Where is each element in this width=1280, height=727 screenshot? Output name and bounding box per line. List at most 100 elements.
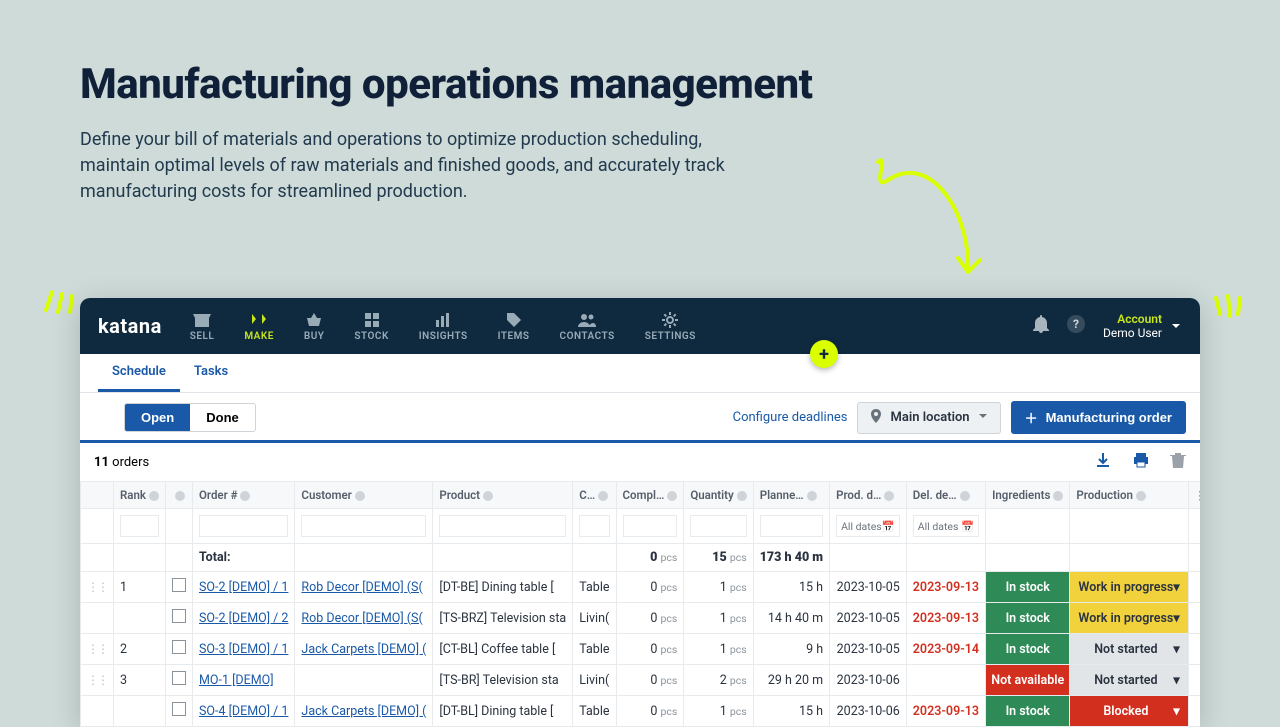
col-product[interactable]: Product	[433, 482, 573, 509]
caret-down-icon: ▾	[1173, 610, 1179, 626]
nav-buy[interactable]: BUY	[304, 311, 325, 342]
print-icon[interactable]	[1132, 451, 1150, 473]
configure-deadlines-link[interactable]: Configure deadlines	[733, 410, 848, 425]
store-icon	[192, 311, 212, 329]
col-rank[interactable]: Rank	[114, 482, 166, 509]
planned-cell: 9 h	[753, 634, 829, 665]
col-planned[interactable]: Planne…	[753, 482, 829, 509]
category-cell: Table	[573, 634, 616, 665]
columns-menu[interactable]: ⋮	[1188, 482, 1200, 509]
add-fab-button[interactable]: +	[810, 340, 838, 368]
product-cell: [TS-BRZ] Television sta	[433, 603, 573, 634]
drag-handle[interactable]: ⋮⋮	[81, 572, 114, 603]
basket-icon	[304, 311, 324, 329]
quantity-cell: 1 pcs	[684, 634, 753, 665]
col-ingredients[interactable]: Ingredients	[986, 482, 1070, 509]
production-status[interactable]: Blocked▾	[1070, 696, 1187, 726]
ingredients-badge[interactable]: In stock	[986, 572, 1069, 602]
nav-stock[interactable]: STOCK	[354, 311, 388, 342]
nav-make[interactable]: MAKE	[244, 311, 274, 342]
order-link[interactable]: MO-1 [DEMO]	[199, 673, 274, 688]
subtabs: Schedule Tasks	[80, 354, 1200, 393]
filter-planned[interactable]	[760, 515, 823, 537]
help-icon[interactable]: ?	[1067, 315, 1085, 337]
customer-link[interactable]: Rob Decor [DEMO] (S(	[301, 611, 422, 626]
production-status[interactable]: Not started▾	[1070, 634, 1187, 664]
row-checkbox[interactable]	[172, 640, 186, 654]
account-menu[interactable]: AccountDemo User	[1103, 312, 1182, 340]
customer-link[interactable]: Jack Carpets [DEMO] (	[301, 704, 426, 719]
filter-open[interactable]: Open	[125, 404, 190, 431]
order-link[interactable]: SO-4 [DEMO] / 1	[199, 704, 288, 719]
col-production[interactable]: Production	[1070, 482, 1188, 509]
pin-icon	[870, 409, 882, 427]
del-date-cell	[906, 665, 985, 696]
production-status[interactable]: Work in progress▾	[1070, 603, 1187, 633]
completed-cell: 0 pcs	[616, 665, 684, 696]
prod-date-cell: 2023-10-05	[830, 634, 907, 665]
bell-icon[interactable]	[1033, 315, 1049, 337]
drag-handle[interactable]: ⋮⋮	[81, 665, 114, 696]
info-icon[interactable]	[175, 491, 185, 501]
row-checkbox[interactable]	[172, 609, 186, 623]
ingredients-badge[interactable]: In stock	[986, 603, 1069, 633]
filter-product[interactable]	[439, 515, 566, 537]
status-segment: Open Done	[124, 403, 256, 432]
nav-contacts[interactable]: CONTACTS	[560, 311, 615, 342]
filter-customer[interactable]	[301, 515, 426, 537]
col-prod-date[interactable]: Prod. d…	[830, 482, 907, 509]
filter-c[interactable]	[579, 515, 609, 537]
nav-items[interactable]: ITEMS	[498, 311, 530, 342]
order-link[interactable]: SO-2 [DEMO] / 1	[199, 580, 288, 595]
drag-handle[interactable]	[81, 696, 114, 727]
filter-del-date[interactable]: All dates📅	[913, 515, 979, 537]
nav-insights[interactable]: INSIGHTS	[419, 311, 468, 342]
customer-link[interactable]: Rob Decor [DEMO] (S(	[301, 580, 422, 595]
filter-prod-date[interactable]: All dates📅	[836, 515, 900, 537]
filter-rank[interactable]	[120, 515, 159, 537]
tab-schedule[interactable]: Schedule	[98, 354, 180, 392]
row-checkbox[interactable]	[172, 578, 186, 592]
row-checkbox[interactable]	[172, 671, 186, 685]
production-status[interactable]: Work in progress▾	[1070, 572, 1187, 602]
ingredients-badge[interactable]: Not available	[986, 665, 1069, 695]
nav-settings[interactable]: SETTINGS	[645, 311, 696, 342]
quantity-cell: 2 pcs	[684, 665, 753, 696]
customer-link[interactable]: Jack Carpets [DEMO] (	[301, 642, 426, 657]
col-completed[interactable]: Compl…	[616, 482, 684, 509]
drag-handle[interactable]: ⋮⋮	[81, 634, 114, 665]
table-row: SO-2 [DEMO] / 2 Rob Decor [DEMO] (S( [TS…	[81, 603, 1201, 634]
new-manufacturing-order-button[interactable]: ＋ Manufacturing order	[1011, 401, 1186, 434]
trash-icon[interactable]	[1170, 451, 1186, 473]
col-quantity[interactable]: Quantity	[684, 482, 753, 509]
chevron-down-icon	[1170, 317, 1182, 336]
people-icon	[577, 311, 597, 329]
drag-handle[interactable]	[81, 603, 114, 634]
order-link[interactable]: SO-2 [DEMO] / 2	[199, 611, 288, 626]
download-icon[interactable]	[1094, 451, 1112, 473]
col-c[interactable]: C…	[573, 482, 616, 509]
filter-done[interactable]: Done	[190, 404, 255, 431]
col-del-date[interactable]: Del. de…	[906, 482, 985, 509]
nav-sell[interactable]: SELL	[190, 311, 215, 342]
completed-cell: 0 pcs	[616, 572, 684, 603]
production-status[interactable]: Not started▾	[1070, 665, 1187, 695]
col-customer[interactable]: Customer	[295, 482, 433, 509]
col-order[interactable]: Order #	[192, 482, 294, 509]
ingredients-badge[interactable]: In stock	[986, 634, 1069, 664]
category-cell: Livin(	[573, 603, 616, 634]
make-icon	[249, 311, 269, 329]
quantity-cell: 1 pcs	[684, 572, 753, 603]
prod-date-cell: 2023-10-06	[830, 665, 907, 696]
prod-date-cell: 2023-10-05	[830, 603, 907, 634]
location-picker[interactable]: Main location	[857, 402, 1000, 434]
tab-tasks[interactable]: Tasks	[180, 354, 242, 392]
order-link[interactable]: SO-3 [DEMO] / 1	[199, 642, 288, 657]
caret-down-icon: ▾	[1173, 672, 1179, 688]
filter-quantity[interactable]	[690, 515, 746, 537]
main-nav: SELL MAKE BUY STOCK INSIGHTS ITEMS CONTA…	[190, 311, 1033, 342]
ingredients-badge[interactable]: In stock	[986, 696, 1069, 726]
row-checkbox[interactable]	[172, 702, 186, 716]
filter-order[interactable]	[199, 515, 288, 537]
filter-completed[interactable]	[623, 515, 678, 537]
